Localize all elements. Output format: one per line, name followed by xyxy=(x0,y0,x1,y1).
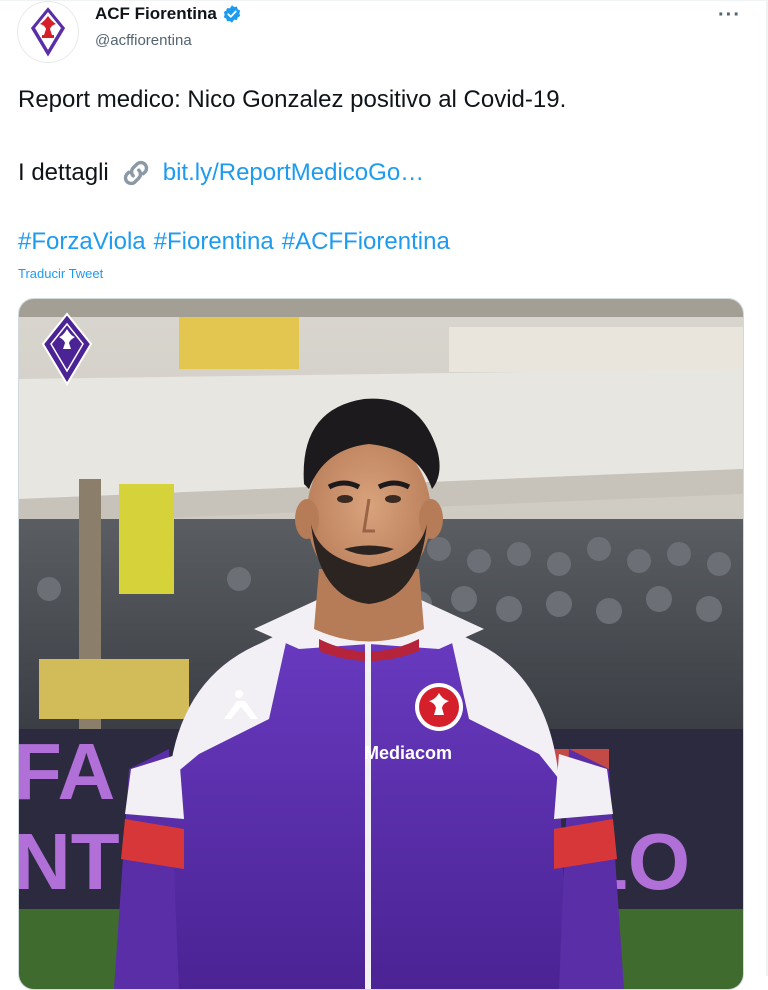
player-photo-image: FA NT LO Mediacom xyxy=(19,299,743,989)
tweet-details-line: I dettagli bit.ly/ReportMedicoGo… xyxy=(18,156,424,190)
account-handle[interactable]: @acffiorentina xyxy=(95,32,192,49)
banner-text-1: FA xyxy=(19,727,115,816)
hashtags-line: #ForzaViola #Fiorentina #ACFFiorentina xyxy=(18,228,458,256)
tweet-link[interactable]: bit.ly/ReportMedicoGo… xyxy=(163,159,424,187)
jersey-sponsor-text: Mediacom xyxy=(364,743,452,763)
translate-tweet-link[interactable]: Traducir Tweet xyxy=(18,266,103,281)
top-divider xyxy=(0,0,768,1)
fiorentina-crest-icon xyxy=(29,4,67,60)
tweet-text-line: Report medico: Nico Gonzalez positivo al… xyxy=(18,86,567,113)
hashtag-forzaviola[interactable]: #ForzaViola xyxy=(18,228,146,255)
tweet-photo[interactable]: FA NT LO Mediacom xyxy=(18,298,744,990)
account-name[interactable]: ACF Fiorentina xyxy=(95,4,217,24)
link-icon xyxy=(123,160,148,186)
banner-text-2: NT xyxy=(19,817,120,906)
verified-badge-icon xyxy=(223,5,241,23)
details-label: I dettagli xyxy=(18,159,109,186)
more-options-icon[interactable]: ··· xyxy=(718,4,741,27)
account-avatar[interactable] xyxy=(18,2,78,62)
account-name-row[interactable]: ACF Fiorentina xyxy=(95,4,242,24)
hashtag-acffiorentina[interactable]: #ACFFiorentina xyxy=(282,228,450,255)
hashtag-fiorentina[interactable]: #Fiorentina xyxy=(154,228,274,255)
